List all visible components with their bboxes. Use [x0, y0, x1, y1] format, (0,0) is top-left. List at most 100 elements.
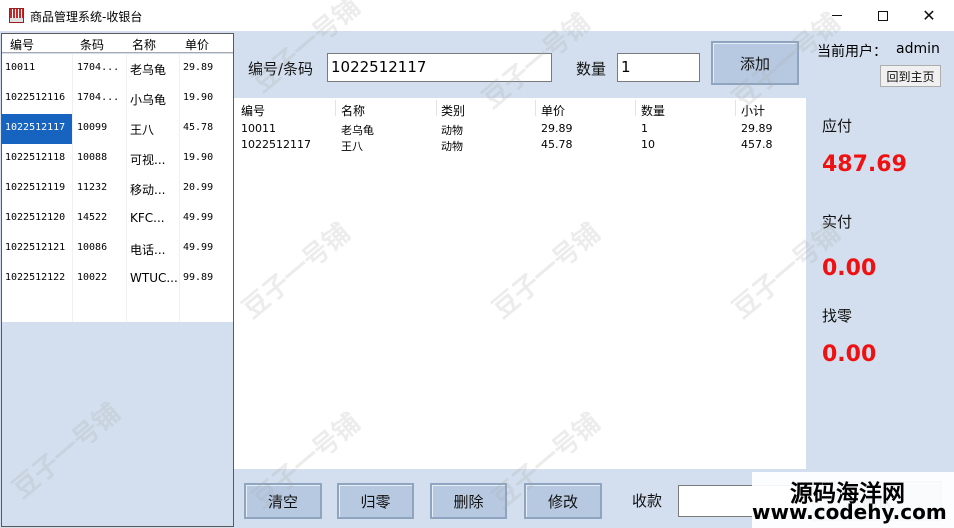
product-cell-id: 1022512119	[5, 182, 66, 193]
change-label: 找零	[822, 307, 853, 325]
product-list-grid[interactable]: 编号 条码 名称 单价 10011 1704... 老乌龟 29.89 10225121…	[1, 33, 234, 527]
column-header-id[interactable]: 编号	[10, 36, 34, 53]
cart-header-name[interactable]: 名称	[341, 102, 365, 119]
column-divider	[535, 100, 536, 116]
product-cell-barcode: 10099	[77, 122, 108, 133]
zero-button[interactable]: 归零	[337, 483, 414, 519]
clear-button[interactable]: 清空	[244, 483, 322, 519]
product-cell-barcode: 1704...	[77, 92, 120, 103]
product-cell-name: KFC...	[130, 211, 165, 225]
quantity-input[interactable]: 1	[617, 53, 700, 82]
minimize-icon	[832, 15, 842, 16]
cashier-panel: 编号 条码 名称 单价 10011 1704... 老乌龟 29.89 10225121…	[0, 0, 954, 528]
product-cell-name: 电话...	[130, 243, 166, 257]
product-cell-name: 移动...	[130, 183, 166, 197]
home-button[interactable]: 回到主页	[880, 65, 941, 87]
product-cell-barcode: 11232	[77, 182, 108, 193]
maximize-icon	[878, 10, 888, 21]
product-cell-id: 1022512120	[5, 212, 66, 223]
product-cell-price: 49.99	[183, 212, 214, 223]
product-row[interactable]: 1022512121 10086 电话... 49.99	[2, 234, 233, 264]
product-list-header: 编号 条码 名称 单价	[2, 34, 233, 53]
current-user-name: admin	[896, 41, 940, 57]
amount-due-value: 487.69	[822, 152, 907, 177]
barcode-app-icon	[9, 8, 24, 23]
column-divider	[635, 100, 636, 116]
code-input[interactable]: 1022512117	[327, 53, 552, 82]
cart-cell-qty: 1	[641, 122, 648, 135]
cart-row[interactable]: 10011 老乌龟 动物 29.89 1 29.89	[234, 122, 806, 138]
product-row[interactable]: 1022512118 10088 可视... 19.90	[2, 144, 233, 174]
cart-cell-category: 动物	[441, 124, 463, 137]
product-cell-barcode: 10022	[77, 272, 108, 283]
cart-cell-category: 动物	[441, 140, 463, 153]
delete-button[interactable]: 删除	[430, 483, 507, 519]
product-cell-name: WTUC...	[130, 271, 178, 285]
product-cell-barcode: 14522	[77, 212, 108, 223]
code-label: 编号/条码	[248, 60, 314, 78]
product-list-body: 10011 1704... 老乌龟 29.89 1022512116 1704... 小乌龟…	[2, 54, 233, 322]
cart-table[interactable]: 编号 名称 类别 单价 数量 小计 10011 老乌龟 动物 29.89 1 2…	[234, 98, 806, 469]
minimize-button[interactable]	[814, 0, 860, 31]
cart-header-price[interactable]: 单价	[541, 102, 565, 119]
column-header-price[interactable]: 单价	[185, 36, 209, 53]
column-header-barcode[interactable]: 条码	[80, 36, 104, 53]
product-cell-price: 19.90	[183, 92, 214, 103]
product-row[interactable]: 1022512116 1704... 小乌龟 19.90	[2, 84, 233, 114]
collect-label: 收款	[632, 492, 663, 510]
cart-cell-id: 10011	[241, 122, 276, 135]
product-row[interactable]: 1022512119 11232 移动... 20.99	[2, 174, 233, 204]
product-cell-price: 29.89	[183, 62, 214, 73]
close-button[interactable]: ✕	[906, 0, 952, 31]
maximize-button[interactable]	[860, 0, 906, 31]
product-cell-price: 20.99	[183, 182, 214, 193]
cart-table-header: 编号 名称 类别 单价 数量 小计	[234, 98, 806, 118]
product-cell-id: 1022512118	[5, 152, 66, 163]
cart-cell-id: 1022512117	[241, 138, 311, 151]
product-row[interactable]: 1022512120 14522 KFC... 49.99	[2, 204, 233, 234]
cart-row[interactable]: 1022512117 王八 动物 45.78 10 457.8	[234, 138, 806, 154]
quantity-label: 数量	[576, 60, 607, 78]
change-value: 0.00	[822, 342, 877, 367]
product-cell-id: 1022512117	[5, 122, 66, 133]
product-cell-price: 19.90	[183, 152, 214, 163]
window-title: 商品管理系统-收银台	[30, 10, 143, 24]
product-cell-id: 1022512121	[5, 242, 66, 253]
cart-header-category[interactable]: 类别	[441, 102, 465, 119]
column-divider	[335, 100, 336, 116]
current-user-label: 当前用户：	[817, 44, 887, 60]
product-cell-id: 1022512116	[5, 92, 66, 103]
product-cell-name: 可视...	[130, 153, 166, 167]
summary-panel: 当前用户： admin 回到主页 应付 487.69 实付 0.00 找零 0.…	[807, 31, 954, 528]
product-cell-id: 1022512122	[5, 272, 66, 283]
product-cell-name: 小乌龟	[130, 93, 167, 107]
product-cell-name: 王八	[130, 123, 155, 137]
product-row[interactable]: 10011 1704... 老乌龟 29.89	[2, 54, 233, 84]
product-cell-price: 49.99	[183, 242, 214, 253]
product-cell-price: 99.89	[183, 272, 214, 283]
product-cell-name: 老乌龟	[130, 63, 167, 77]
cart-header-id[interactable]: 编号	[241, 102, 265, 119]
cart-cell-qty: 10	[641, 138, 655, 151]
product-cell-barcode: 10088	[77, 152, 108, 163]
column-divider	[436, 100, 437, 116]
cart-cell-subtotal: 29.89	[741, 122, 773, 135]
amount-paid-label: 实付	[822, 213, 853, 231]
cart-cell-name: 老乌龟	[341, 124, 374, 137]
column-header-name[interactable]: 名称	[132, 36, 156, 53]
amount-paid-value: 0.00	[822, 256, 877, 281]
product-row[interactable]: 1022512122 10022 WTUC... 99.89	[2, 264, 233, 294]
title-bar: 商品管理系统-收银台 ✕	[0, 0, 954, 31]
cart-cell-price: 29.89	[541, 122, 573, 135]
amount-due-label: 应付	[822, 117, 853, 135]
add-button[interactable]: 添加	[711, 41, 799, 85]
product-row[interactable]: 1022512117 10099 王八 45.78	[2, 114, 233, 144]
column-divider	[735, 100, 736, 116]
modify-button[interactable]: 修改	[524, 483, 602, 519]
close-icon: ✕	[922, 6, 936, 25]
cart-header-qty[interactable]: 数量	[641, 102, 665, 119]
cart-header-subtotal[interactable]: 小计	[741, 102, 765, 119]
product-cell-price: 45.78	[183, 122, 214, 133]
product-cell-id: 10011	[5, 62, 36, 73]
product-cell-barcode: 10086	[77, 242, 108, 253]
